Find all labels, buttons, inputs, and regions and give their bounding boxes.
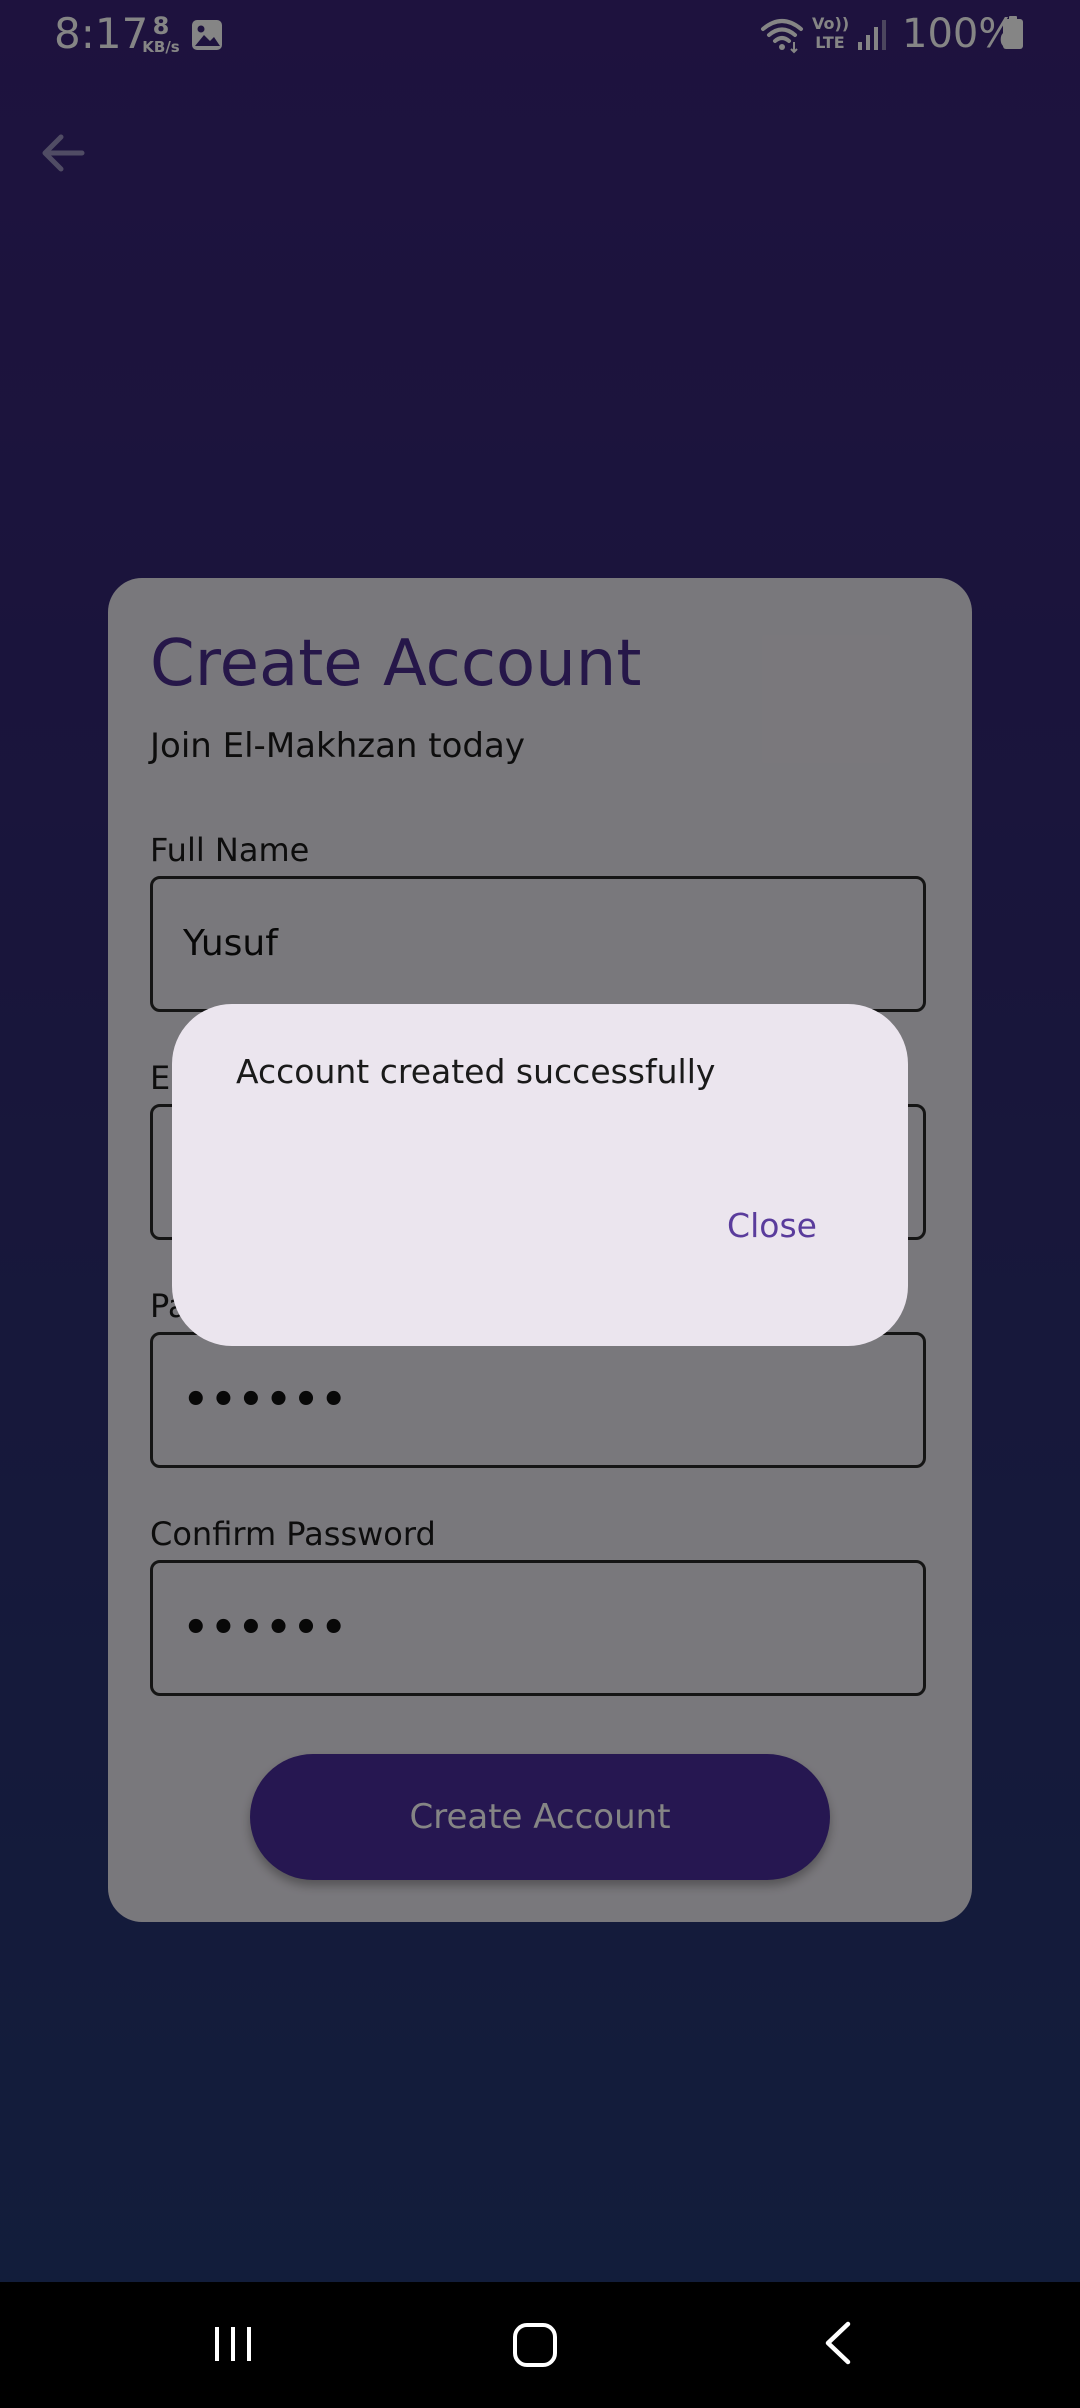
close-button[interactable]: Close xyxy=(702,1196,842,1256)
dialog-message: Account created successfully xyxy=(236,1052,716,1091)
success-dialog: Account created successfully Close xyxy=(172,1004,908,1346)
home-icon[interactable] xyxy=(500,2310,570,2380)
app-screen: 8:17 8 KB/s Vo)) LTE 100% Create Account… xyxy=(0,0,1080,2408)
back-icon[interactable] xyxy=(806,2310,872,2376)
recents-icon[interactable] xyxy=(200,2310,266,2376)
system-navigation-bar xyxy=(0,2282,1080,2408)
